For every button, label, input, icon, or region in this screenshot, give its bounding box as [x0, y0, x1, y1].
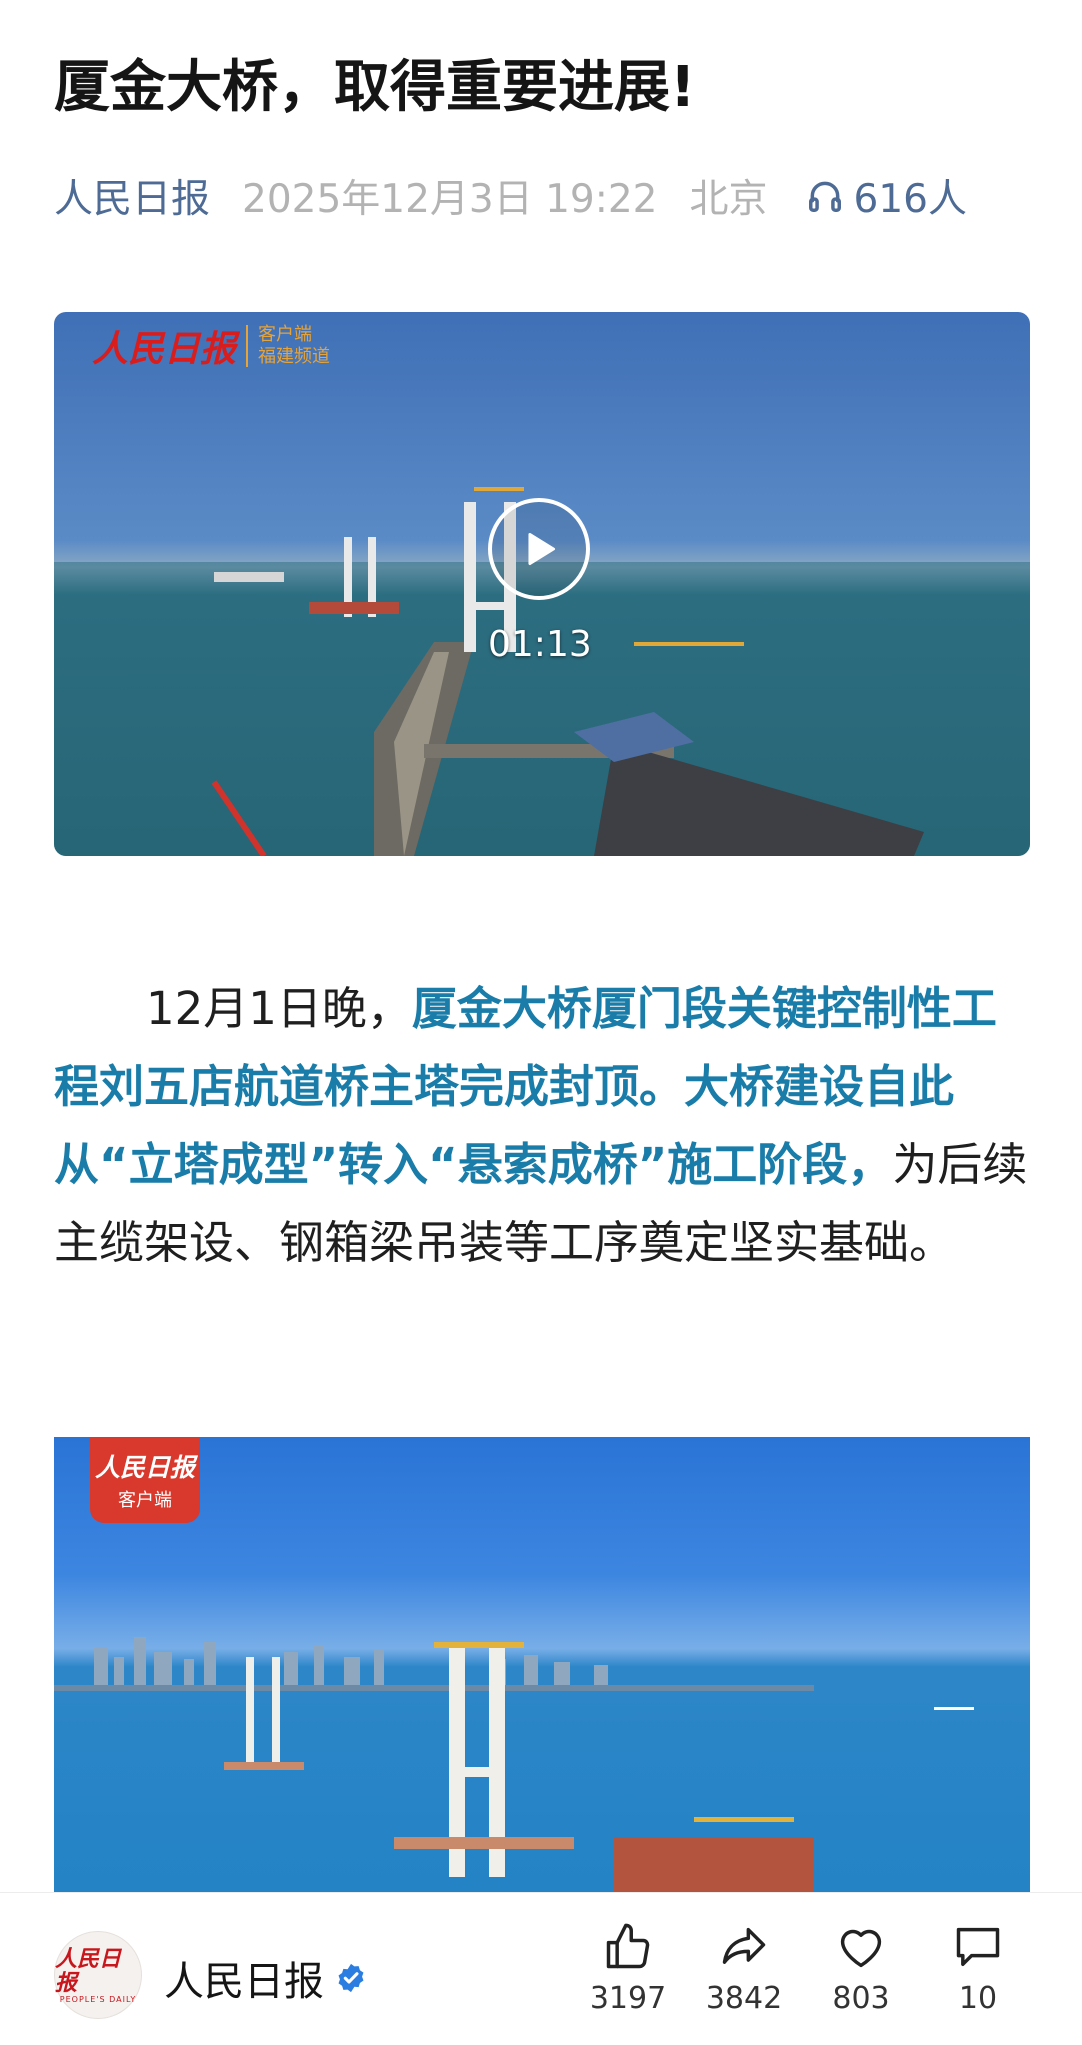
- publish-location: 北京: [689, 177, 768, 222]
- logo-sub-line-2: 福建频道: [258, 346, 331, 367]
- article-photo[interactable]: 人民日报 客户端: [54, 1437, 1030, 1897]
- comment-button[interactable]: 10: [928, 1921, 1028, 2016]
- source-link[interactable]: 人民日报: [54, 168, 210, 224]
- verified-icon: [338, 1963, 364, 1993]
- comment-count: 10: [958, 1981, 998, 2016]
- account-name[interactable]: 人民日报: [164, 1949, 368, 2007]
- publish-date: 2025年12月3日 19:22: [242, 177, 658, 222]
- video-player[interactable]: 人民日报 客户端 福建频道 01:13: [54, 312, 1030, 856]
- like-count: 3197: [589, 1981, 667, 2016]
- listener-count: 616人: [853, 177, 967, 222]
- video-logo: 人民日报 客户端 福建频道: [92, 320, 330, 372]
- video-duration: 01:13: [488, 624, 592, 665]
- logo-subtitle: 客户端 福建频道: [258, 324, 330, 368]
- account-name-text: 人民日报: [164, 1959, 324, 2005]
- favorite-button[interactable]: 803: [811, 1921, 911, 2016]
- play-button[interactable]: [488, 498, 590, 600]
- bottom-action-bar: 人民日报 PEOPLE'S DAILY 人民日报 3197 3842 803 1…: [0, 1892, 1082, 2045]
- logo-divider: [246, 325, 249, 367]
- listen-button[interactable]: 616人: [806, 168, 967, 224]
- avatar-english: PEOPLE'S DAILY: [59, 1994, 137, 2004]
- badge-subtitle: 客户端: [118, 1490, 172, 1511]
- avatar-wordmark: 人民日报: [55, 1945, 122, 1996]
- article-paragraph: 12月1日晚，厦金大桥厦门段关键控制性工程刘五店航道桥主塔完成封顶。大桥建设自此…: [54, 970, 1030, 1282]
- photo-logo-badge: 人民日报 客户端: [90, 1437, 200, 1523]
- photo-image: [54, 1637, 974, 1897]
- share-icon: [722, 1927, 766, 1964]
- logo-wordmark: 人民日报: [92, 328, 237, 370]
- badge-wordmark: 人民日报: [94, 1453, 195, 1482]
- headphones-icon: [808, 181, 841, 212]
- favorite-count: 803: [832, 1981, 890, 2016]
- share-button[interactable]: 3842: [694, 1921, 794, 2016]
- play-icon: [528, 532, 556, 566]
- article-title: 厦金大桥，取得重要进展!: [54, 55, 696, 120]
- share-count: 3842: [705, 1981, 783, 2016]
- thumbs-up-icon: [606, 1923, 650, 1969]
- account-avatar[interactable]: 人民日报 PEOPLE'S DAILY: [54, 1931, 142, 2019]
- logo-sub-line-1: 客户端: [258, 324, 313, 345]
- heart-icon: [840, 1929, 882, 1968]
- article-meta: 人民日报 2025年12月3日 19:22 北京 616人: [54, 168, 967, 224]
- paragraph-lead: 12月1日晚，: [146, 982, 412, 1035]
- like-button[interactable]: 3197: [578, 1921, 678, 2016]
- comment-icon: [956, 1927, 1000, 1967]
